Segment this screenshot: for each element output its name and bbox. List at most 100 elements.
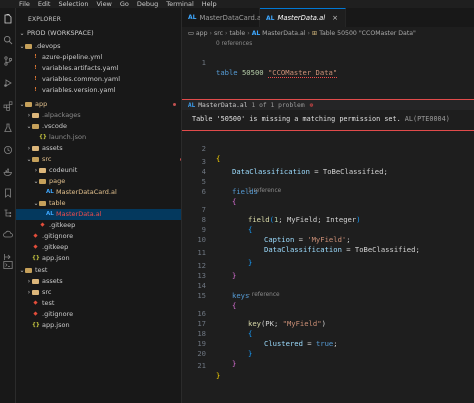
chevron-down-icon: ⌄ <box>19 29 25 37</box>
tree-item[interactable]: ◆ .gitignore <box>16 309 181 320</box>
source-control-icon[interactable] <box>3 56 13 66</box>
tree-item[interactable]: › codeunit <box>16 165 181 176</box>
tree-item[interactable]: ⌄ table <box>16 198 181 209</box>
folder-icon <box>25 43 32 49</box>
tree-item-label: src <box>42 288 52 297</box>
table-name: "CCOMaster Data" <box>267 68 338 78</box>
menu-selection[interactable]: Selection <box>58 0 88 8</box>
tree-item[interactable]: › .alpackages <box>16 110 181 121</box>
breadcrumb-file[interactable]: MasterData.al <box>262 30 305 37</box>
menu-go[interactable]: Go <box>120 0 129 8</box>
tree-item[interactable]: ⌄ src <box>16 154 181 165</box>
tree-item[interactable]: ! variables.common.yaml <box>16 74 181 85</box>
codelens-field-references[interactable]: 1 reference <box>248 188 281 194</box>
timeline-icon[interactable] <box>3 145 13 155</box>
breadcrumb-table[interactable]: table <box>230 30 246 37</box>
tree-item-label: .alpackages <box>42 111 81 120</box>
run-debug-icon[interactable] <box>3 78 13 88</box>
tree-item[interactable]: ⌄ .vscode <box>16 121 181 132</box>
menu-edit[interactable]: Edit <box>38 0 51 8</box>
tree-item[interactable]: ◆ .gitkeep <box>16 220 181 231</box>
menu-help[interactable]: Help <box>202 0 217 8</box>
line-number: 21 <box>197 361 206 370</box>
tree-item[interactable]: ALMasterData.al1, U <box>16 209 181 220</box>
docker-icon[interactable] <box>3 167 13 177</box>
tree-item[interactable]: ⌄ test <box>16 265 181 276</box>
tree-item[interactable]: ◆ .gitignore <box>16 231 181 242</box>
tree-item[interactable]: › assets <box>16 276 181 287</box>
yaml-file-icon: ! <box>34 75 37 82</box>
explorer-sidebar: EXPLORER ⌄ PROD (WORKSPACE) ⌄ .devops! azu… <box>16 8 182 403</box>
remote-explorer-icon[interactable] <box>3 230 13 240</box>
bookmark-icon[interactable] <box>3 188 13 198</box>
close-icon[interactable]: × <box>332 14 338 22</box>
code-editor[interactable]: 0 references 1 table 50500 "CCOMaster Da… <box>182 41 474 403</box>
tree-item[interactable]: › src <box>16 287 181 298</box>
tree-item[interactable]: ⌄ page <box>16 176 181 187</box>
testing-icon[interactable] <box>3 123 13 133</box>
keyword: table <box>216 68 238 77</box>
tree-item[interactable]: ⌄ .devops <box>16 41 181 52</box>
search-icon[interactable] <box>3 35 13 45</box>
peek-counter: 1 of 1 problem <box>251 101 305 109</box>
workspace-root[interactable]: ⌄ PROD (WORKSPACE) <box>16 28 181 39</box>
code-line-6: 6 { <box>182 177 474 206</box>
tree-item-label: app.json <box>42 254 70 263</box>
tree-item-label: launch.json <box>49 133 87 142</box>
folder-icon <box>32 123 39 129</box>
tree-item-label: test <box>42 299 55 308</box>
al-file-icon: AL <box>46 188 54 195</box>
folder-icon <box>32 289 39 295</box>
tree-item-label: .gitkeep <box>49 221 76 230</box>
menu-terminal[interactable]: Terminal <box>166 0 193 8</box>
code-line-10: 10 DataClassification = ToBeClassified; <box>182 225 474 254</box>
table-id: 50500 <box>241 68 264 77</box>
tab-masterdata[interactable]: AL MasterData.al × <box>260 8 346 27</box>
tab-masterdatacard[interactable]: AL MasterDataCard.al <box>182 8 263 27</box>
git-file-icon: ◆ <box>33 310 38 317</box>
tree-item[interactable]: {} launch.json <box>16 132 181 143</box>
menu-debug[interactable]: Debug <box>137 0 158 8</box>
breadcrumb-symbol[interactable]: Table 50500 "CCOMaster Data" <box>319 30 416 37</box>
extensions-icon[interactable] <box>3 101 13 111</box>
al-file-icon: AL <box>251 29 261 37</box>
tree-item[interactable]: ALMasterDataCard.al4, U <box>16 187 181 198</box>
tree-item-label: MasterData.al <box>56 210 102 219</box>
tree-item[interactable]: ◆ test <box>16 298 181 309</box>
tree-item-label: variables.artifacts.yaml <box>42 64 119 73</box>
tree-item[interactable]: ! variables.artifacts.yaml <box>16 63 181 74</box>
tree-item[interactable]: ! variables.version.yaml <box>16 85 181 96</box>
problem-peek-header: AL MasterData.al 1 of 1 problem ⊗ <box>182 99 474 110</box>
tree-item-label: app <box>35 100 48 109</box>
tree-item-label: app.json <box>42 321 70 330</box>
tree-item[interactable]: ◆ .gitkeep <box>16 242 181 253</box>
codelens-references[interactable]: 0 references <box>216 41 252 47</box>
problem-code[interactable]: AL(PTE0004) <box>405 115 450 123</box>
tree-item-label: page <box>49 177 66 186</box>
tree-item-label: azure-pipeline.yml <box>42 53 103 62</box>
activity-bar <box>0 8 16 403</box>
line-number: 1 <box>201 58 206 67</box>
tree-item[interactable]: {} app.json <box>16 320 181 331</box>
code-line-7: 7 field(1; MyField; Integer) <box>182 195 474 224</box>
code-line-4: 4 <box>182 157 474 176</box>
json-file-icon: {} <box>32 321 40 328</box>
breadcrumb-src[interactable]: src <box>214 30 223 37</box>
terminal-panel-icon[interactable] <box>3 260 13 270</box>
tree-icon[interactable] <box>3 208 13 218</box>
tree-item[interactable]: {} app.json <box>16 253 181 264</box>
menu-view[interactable]: View <box>96 0 111 8</box>
folder-icon <box>25 267 32 273</box>
tree-item-label: assets <box>42 277 63 286</box>
codelens-key-references[interactable]: - reference <box>248 292 280 298</box>
tab-bar: AL MasterDataCard.al AL MasterData.al × <box>182 8 474 27</box>
code-line-3: 3 DataClassification = ToBeClassified; <box>182 147 474 176</box>
breadcrumb-app[interactable]: app <box>196 30 208 37</box>
code-line-18: 18 Clustered = true; <box>182 319 474 348</box>
explorer-icon[interactable] <box>3 14 13 24</box>
tree-item[interactable]: ⌄ app <box>16 99 181 110</box>
tree-item[interactable]: › assets <box>16 143 181 154</box>
chevron-right-icon: › <box>225 29 228 37</box>
tree-item[interactable]: ! azure-pipeline.yml <box>16 52 181 63</box>
menu-file[interactable]: File <box>19 0 30 8</box>
